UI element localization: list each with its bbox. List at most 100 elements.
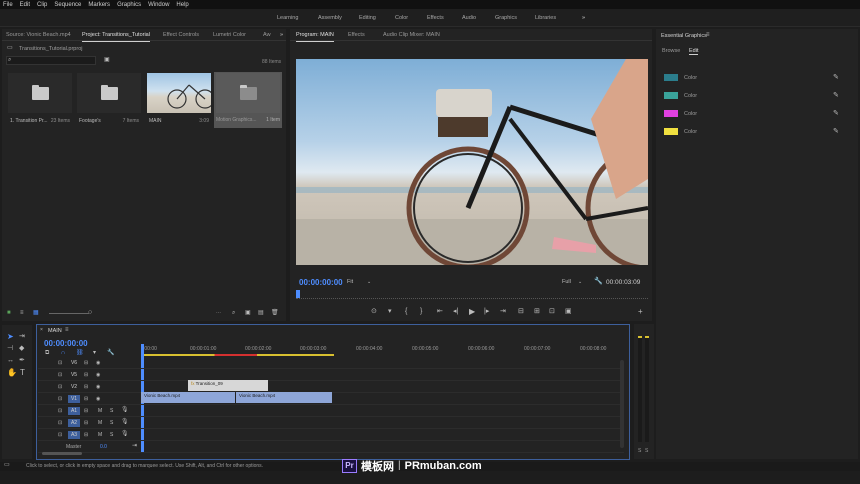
- menu-markers[interactable]: Markers: [88, 2, 110, 8]
- eyedropper-icon[interactable]: ✎: [833, 110, 839, 117]
- lock-icon[interactable]: ■: [7, 310, 11, 317]
- workspace-effects[interactable]: Effects: [427, 15, 444, 21]
- lift-icon[interactable]: ⊟: [518, 308, 524, 315]
- type-tool-icon[interactable]: T: [20, 369, 25, 377]
- snap-icon[interactable]: ∩: [61, 350, 65, 357]
- nest-toggle-icon[interactable]: ⧉: [45, 350, 49, 357]
- tab-effects[interactable]: Effects: [348, 32, 365, 38]
- extract-icon[interactable]: ⊞: [534, 308, 540, 315]
- mark-out-icon[interactable]: }: [420, 308, 422, 315]
- microphone-icon[interactable]: 🎙: [121, 431, 129, 438]
- sync-lock-icon[interactable]: ⊟: [84, 396, 88, 403]
- bin-motion-graphics[interactable]: Motion Graphics... 1 Item: [214, 72, 282, 128]
- sync-lock-icon[interactable]: ⊟: [84, 360, 88, 367]
- bin-footage[interactable]: Footage's 7 Items: [77, 73, 141, 128]
- razor-tool-icon[interactable]: ◆: [19, 345, 24, 352]
- meter-solo-left[interactable]: S: [638, 448, 641, 454]
- menu-clip[interactable]: Clip: [37, 2, 47, 8]
- export-frame-icon[interactable]: ⊡: [549, 308, 555, 315]
- eyedropper-icon[interactable]: ✎: [833, 128, 839, 135]
- program-mini-ruler[interactable]: [296, 291, 648, 299]
- color-swatch-2[interactable]: [664, 92, 678, 99]
- timeline-menu-icon[interactable]: ≡: [65, 327, 69, 334]
- workspace-libraries[interactable]: Libraries: [535, 15, 556, 21]
- project-search-input[interactable]: [6, 56, 96, 65]
- lock-icon[interactable]: ⊡: [58, 420, 62, 427]
- microphone-icon[interactable]: 🎙: [121, 407, 129, 414]
- color-swatch-1[interactable]: [664, 74, 678, 81]
- lock-icon[interactable]: ⊡: [58, 384, 62, 391]
- track-select-tool-icon[interactable]: ⇥: [19, 333, 25, 340]
- tab-edit[interactable]: Edit: [689, 48, 699, 55]
- track-a2[interactable]: ⊡ A2 ⊟ M S 🎙: [38, 417, 624, 429]
- master-value[interactable]: 0.0: [100, 444, 107, 450]
- menu-sequence[interactable]: Sequence: [54, 2, 81, 8]
- icon-view-icon[interactable]: ▦: [33, 310, 39, 317]
- slip-tool-icon[interactable]: ↔: [7, 357, 14, 364]
- go-to-out-icon[interactable]: ⇥: [500, 308, 506, 315]
- menu-edit[interactable]: Edit: [20, 2, 30, 8]
- new-bin-icon[interactable]: ▣: [104, 57, 110, 64]
- solo-icon[interactable]: S: [110, 408, 113, 415]
- tab-audio-clip-mixer[interactable]: Audio Clip Mixer: MAIN: [383, 32, 440, 38]
- meter-solo-right[interactable]: S: [645, 448, 648, 454]
- lock-icon[interactable]: ⊡: [58, 372, 62, 379]
- menu-file[interactable]: File: [3, 2, 13, 8]
- add-marker-icon[interactable]: ▾: [388, 308, 392, 315]
- go-to-in-icon[interactable]: ⇤: [437, 308, 443, 315]
- tab-lumetri-color[interactable]: Lumetri Color: [213, 32, 246, 38]
- track-master[interactable]: Master 0.0 ⇥: [38, 441, 624, 453]
- add-marker-icon[interactable]: ▾: [93, 350, 96, 357]
- timeline-vertical-scrollbar[interactable]: [620, 360, 624, 448]
- timeline-tab-main[interactable]: MAIN: [48, 328, 62, 334]
- workspace-learning[interactable]: Learning: [277, 15, 298, 21]
- eye-icon[interactable]: ◉: [96, 396, 100, 403]
- timeline-settings-wrench-icon[interactable]: 🔧: [107, 350, 114, 357]
- timeline-horizontal-scrollbar[interactable]: [42, 452, 82, 455]
- mute-icon[interactable]: M: [98, 420, 102, 427]
- sync-lock-icon[interactable]: ⊟: [84, 372, 88, 379]
- zoom-slider[interactable]: [49, 313, 89, 314]
- bin-options-icon[interactable]: ⋯: [216, 310, 221, 317]
- lock-icon[interactable]: ⊡: [58, 408, 62, 415]
- master-go-to-end-icon[interactable]: ⇥: [132, 443, 137, 450]
- mark-in-icon[interactable]: {: [405, 308, 407, 315]
- ripple-edit-tool-icon[interactable]: ⊣: [7, 345, 13, 352]
- step-forward-icon[interactable]: |▸: [484, 308, 489, 315]
- color-swatch-4[interactable]: [664, 128, 678, 135]
- linked-selection-icon[interactable]: ⛓: [76, 350, 84, 357]
- sequence-main[interactable]: MAIN 3:09: [147, 73, 215, 128]
- bin-transition-presets[interactable]: 1. Transition Pr... 23 Items: [8, 73, 72, 128]
- menu-window[interactable]: Window: [148, 2, 169, 8]
- trash-icon[interactable]: 🗑: [271, 310, 279, 317]
- workspace-audio[interactable]: Audio: [462, 15, 476, 21]
- eye-icon[interactable]: ◉: [96, 360, 100, 367]
- mute-icon[interactable]: M: [98, 432, 102, 439]
- lock-icon[interactable]: ⊡: [58, 396, 62, 403]
- marker-icon[interactable]: ⊙: [371, 308, 377, 315]
- solo-icon[interactable]: S: [110, 420, 113, 427]
- sync-lock-icon[interactable]: ⊟: [84, 384, 88, 391]
- step-back-icon[interactable]: ◂|: [453, 308, 458, 315]
- workspace-color[interactable]: Color: [395, 15, 408, 21]
- track-v6[interactable]: ⊡ V6 ⊟ ◉: [38, 357, 624, 369]
- workspace-assembly[interactable]: Assembly: [318, 15, 342, 21]
- mute-icon[interactable]: M: [98, 408, 102, 415]
- eye-icon[interactable]: ◉: [96, 384, 100, 391]
- program-playhead[interactable]: [296, 290, 300, 298]
- new-item-icon[interactable]: ▤: [258, 310, 264, 317]
- tab-source[interactable]: Source: Vionic Beach.mp4: [6, 32, 71, 38]
- track-v5[interactable]: ⊡ V5 ⊟ ◉: [38, 369, 624, 381]
- new-bin-bottom-icon[interactable]: ▣: [245, 310, 251, 317]
- menu-help[interactable]: Help: [176, 2, 188, 8]
- comparison-view-icon[interactable]: ▣: [565, 308, 572, 315]
- transition-clip[interactable]: fx Transition_09: [188, 380, 268, 391]
- list-view-icon[interactable]: ≡: [20, 310, 24, 317]
- find-icon[interactable]: ⌕: [232, 310, 235, 317]
- play-icon[interactable]: ▶: [469, 308, 475, 316]
- lock-icon[interactable]: ⊡: [58, 360, 62, 367]
- close-icon[interactable]: ×: [40, 327, 43, 334]
- workspace-graphics[interactable]: Graphics: [495, 15, 517, 21]
- video-clip-2[interactable]: Vionic Beach.mp4: [236, 392, 332, 403]
- track-a1[interactable]: ⊡ A1 ⊟ M S 🎙: [38, 405, 624, 417]
